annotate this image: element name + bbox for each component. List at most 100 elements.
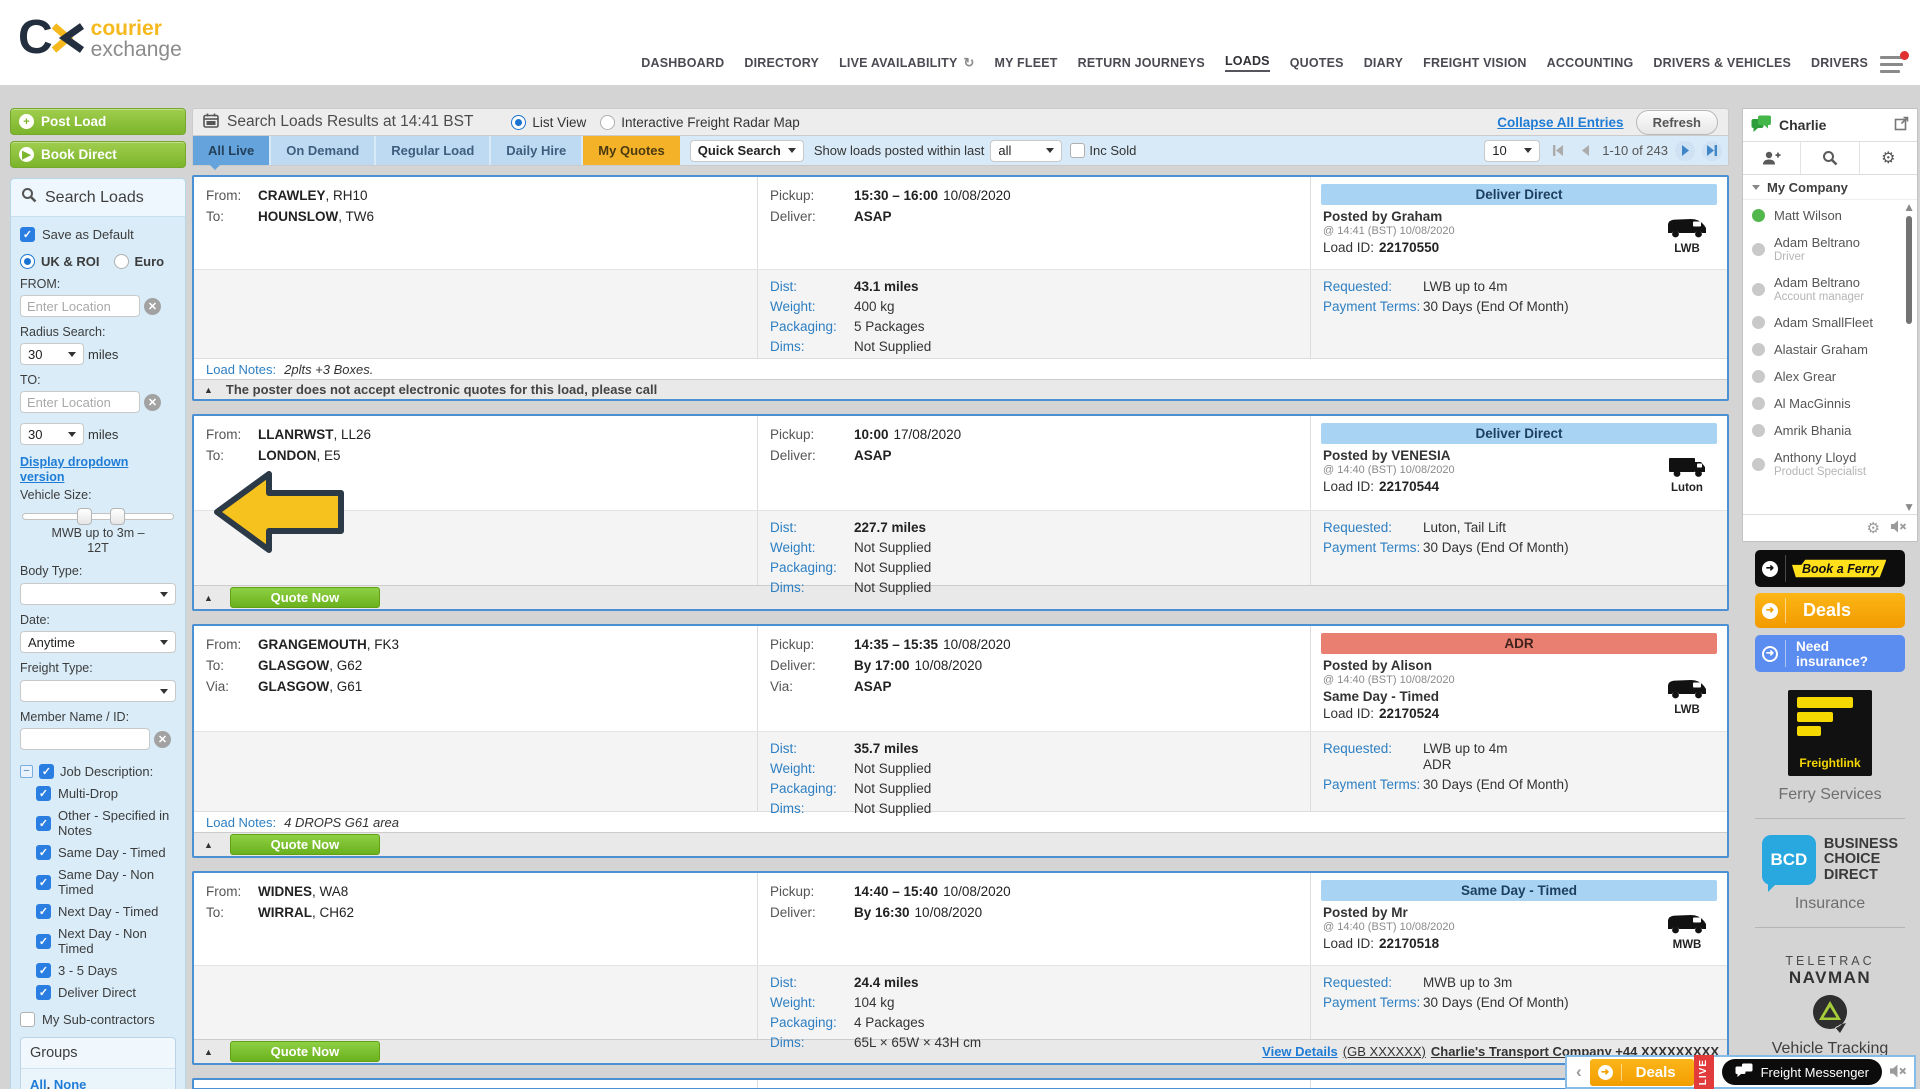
clear-to-icon[interactable]: ✕ [144,394,161,411]
same-day-timed-checkbox[interactable] [36,845,51,860]
next-day-timed-checkbox[interactable] [36,904,51,919]
radar-map-radio[interactable] [600,115,615,130]
contact-row[interactable]: Alastair Graham [1743,336,1917,363]
freight-type-select[interactable] [20,680,176,702]
nav-loads[interactable]: LOADS [1225,54,1270,72]
quick-search-select[interactable]: Quick Search [690,140,804,162]
load-card-22170544[interactable]: From:LLANRWST, LL26 To:LONDON, E5 Pickup… [192,414,1729,611]
messenger-settings-icon[interactable]: ⚙ [1860,142,1917,174]
nav-my-fleet[interactable]: MY FLEET [994,56,1057,70]
nav-dashboard[interactable]: DASHBOARD [641,56,724,70]
euro-radio[interactable] [114,254,129,269]
tab-daily-hire[interactable]: Daily Hire [491,136,583,165]
collapse-card-icon[interactable]: ▲ [204,1047,213,1057]
list-view-radio[interactable] [511,115,526,130]
collapse-left-icon[interactable]: ‹ [1576,1062,1582,1082]
groups-none-link[interactable]: None [54,1077,87,1089]
collapse-all-link[interactable]: Collapse All Entries [1497,115,1623,130]
slider-handle-min[interactable] [77,508,92,525]
load-card-22170524[interactable]: From:GRANGEMOUTH, FK3 To:GLASGOW, G62 Vi… [192,624,1729,858]
contact-row[interactable]: Matt Wilson [1743,202,1917,229]
deliver-direct-checkbox[interactable] [36,985,51,1000]
inc-sold-checkbox[interactable] [1070,143,1085,158]
next-day-non-timed-checkbox[interactable] [36,934,51,949]
scroll-down-icon[interactable]: ▼ [1903,500,1915,514]
mute-icon[interactable] [1890,1064,1907,1081]
slider-handle-max[interactable] [110,508,125,525]
deals-button[interactable]: ➜ Deals [1590,1059,1694,1086]
date-select[interactable]: Anytime [20,631,176,653]
refresh-button[interactable]: Refresh [1636,110,1718,135]
refresh-icon[interactable]: ↻ [964,55,975,71]
freightlink-logo[interactable]: Freightlink [1788,690,1872,776]
prev-page-icon[interactable] [1575,141,1595,161]
nav-accounting[interactable]: ACCOUNTING [1547,56,1634,70]
posted-within-select[interactable]: all [990,140,1062,162]
same-day-non-timed-checkbox[interactable] [36,875,51,890]
contact-scrollbar[interactable]: ▲ ▼ [1903,200,1915,514]
groups-all-link[interactable]: All [30,1077,47,1089]
first-page-icon[interactable] [1548,141,1568,161]
contact-row[interactable]: Adam BeltranoDriver [1743,229,1917,269]
courier-exchange-logo[interactable]: C courier exchange [18,12,182,64]
nav-freight-vision[interactable]: FREIGHT VISION [1423,56,1527,70]
save-as-default-checkbox[interactable] [20,227,35,242]
freight-messenger-button[interactable]: Freight Messenger [1722,1059,1882,1085]
contact-row[interactable]: Amrik Bhania [1743,417,1917,444]
member-name-input[interactable] [20,728,150,750]
display-dropdown-link[interactable]: Display dropdown version [20,455,128,484]
collapse-card-icon[interactable]: ▲ [204,593,213,603]
book-direct-button[interactable]: ▶ Book Direct [10,141,186,168]
scroll-up-icon[interactable]: ▲ [1903,200,1915,214]
nav-quotes[interactable]: QUOTES [1290,56,1344,70]
search-contacts-icon[interactable] [1801,142,1859,174]
contact-row[interactable]: Al MacGinnis [1743,390,1917,417]
nav-directory[interactable]: DIRECTORY [744,56,819,70]
collapse-card-icon[interactable]: ▲ [204,840,213,850]
load-card-22170550[interactable]: From:CRAWLEY, RH10 To:HOUNSLOW, TW6 Pick… [192,175,1729,401]
pop-out-icon[interactable] [1894,116,1909,134]
tab-my-quotes[interactable]: My Quotes [583,136,681,165]
book-a-ferry-ad[interactable]: ➜ Book a Ferry [1755,550,1905,587]
to-radius-select[interactable]: 30 [20,423,84,445]
scrollbar-thumb[interactable] [1906,216,1912,324]
collapse-job-description-icon[interactable]: − [20,765,33,778]
uk-roi-radio[interactable] [20,254,35,269]
my-company-section[interactable]: My Company [1743,175,1917,200]
menu-hamburger-icon[interactable] [1880,56,1906,76]
footer-settings-icon[interactable]: ⚙ [1867,519,1880,537]
contact-row[interactable]: Adam BeltranoAccount manager [1743,269,1917,309]
teletrac-navman-logo[interactable]: TELETRAC NAVMAN Vehicle Tracking [1772,954,1889,1068]
tab-all-live[interactable]: All Live [193,136,271,165]
nav-live-availability[interactable]: LIVE AVAILABILITY [839,56,957,70]
load-card-partial[interactable] [192,1078,1729,1089]
clear-member-icon[interactable]: ✕ [154,731,171,748]
tab-on-demand[interactable]: On Demand [271,136,376,165]
clear-from-icon[interactable]: ✕ [144,298,161,315]
vehicle-size-slider[interactable] [22,513,174,520]
tab-regular-load[interactable]: Regular Load [376,136,491,165]
view-details-link[interactable]: View Details [1262,1044,1338,1059]
nav-drivers-vehicles[interactable]: DRIVERS & VEHICLES [1653,56,1791,70]
nav-return-journeys[interactable]: RETURN JOURNEYS [1078,56,1205,70]
need-insurance-ad[interactable]: ➜ Need insurance? [1755,635,1905,672]
from-location-input[interactable] [20,295,140,317]
other-specified-checkbox[interactable] [36,816,51,831]
add-contact-icon[interactable] [1743,142,1801,174]
body-type-select[interactable] [20,583,176,605]
job-description-checkbox[interactable] [39,764,54,779]
nav-diary[interactable]: DIARY [1364,56,1403,70]
to-location-input[interactable] [20,391,140,413]
quote-now-button[interactable]: Quote Now [230,1041,380,1062]
page-size-select[interactable]: 10 [1484,140,1540,162]
radius-select[interactable]: 30 [20,343,84,365]
bcd-logo[interactable]: BCD BUSINESS CHOICE DIRECT [1762,835,1898,885]
three-five-days-checkbox[interactable] [36,963,51,978]
contact-row[interactable]: Anthony LloydProduct Specialist [1743,444,1917,484]
last-page-icon[interactable] [1702,141,1722,161]
quote-now-button[interactable]: Quote Now [230,587,380,608]
contact-row[interactable]: Alex Grear [1743,363,1917,390]
multi-drop-checkbox[interactable] [36,786,51,801]
next-page-icon[interactable] [1675,141,1695,161]
quote-now-button[interactable]: Quote Now [230,834,380,855]
